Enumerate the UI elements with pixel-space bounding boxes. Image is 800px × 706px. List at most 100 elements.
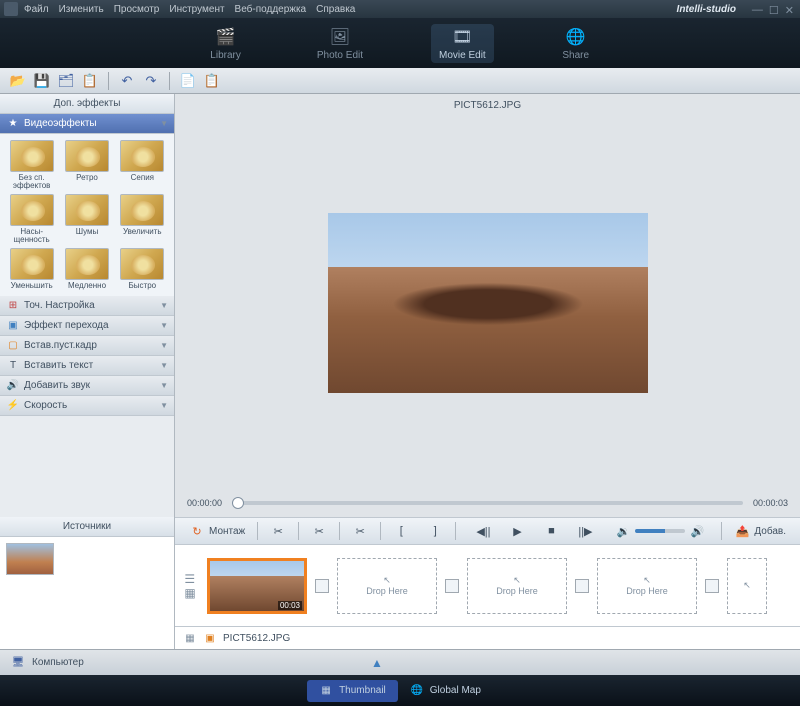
effect-item[interactable]: Быстро: [117, 248, 168, 290]
effect-item[interactable]: Насы- щенность: [6, 194, 57, 244]
drop-zone[interactable]: ↖: [727, 558, 767, 614]
menu-edit[interactable]: Изменить: [59, 4, 104, 15]
effect-thumb: [10, 194, 54, 226]
effect-thumb: [65, 248, 109, 280]
time-start: 00:00:00: [187, 498, 222, 508]
sources-header: Источники: [0, 517, 174, 537]
thumbnail-tab[interactable]: ▦Thumbnail: [307, 680, 398, 702]
section-video-effects[interactable]: ★Видеоэффекты▼: [0, 114, 174, 134]
save-button[interactable]: 💾: [32, 71, 52, 91]
menu-file[interactable]: Файл: [24, 4, 49, 15]
expand-arrow-icon[interactable]: ▲: [371, 656, 383, 670]
step-back-icon: ◀||: [475, 523, 491, 539]
drop-zone[interactable]: ↖Drop Here: [597, 558, 697, 614]
mode-photo-edit[interactable]: 🖼Photo Edit: [309, 24, 371, 63]
menu-tool[interactable]: Инструмент: [169, 4, 224, 15]
section-insert-text[interactable]: TВставить текст▼: [0, 356, 174, 376]
time-end: 00:00:03: [753, 498, 788, 508]
chevron-down-icon: ▼: [160, 341, 168, 350]
strip-tools[interactable]: ☰▦: [181, 568, 199, 604]
mode-share[interactable]: 🌐Share: [554, 24, 598, 63]
transition-slot[interactable]: [315, 579, 329, 593]
arrow-icon: ↖: [643, 575, 651, 586]
timeline-thumb[interactable]: [232, 497, 244, 509]
mark-in-button[interactable]: [: [387, 521, 415, 541]
effect-thumb: [120, 194, 164, 226]
titlebar: Файл Изменить Просмотр Инструмент Веб-по…: [0, 0, 800, 18]
clip-item[interactable]: 00:03: [207, 558, 307, 614]
transition-slot[interactable]: [705, 579, 719, 593]
app-brand: Intelli-studio: [677, 4, 736, 15]
star-icon: ★: [6, 117, 20, 131]
effect-thumb: [120, 248, 164, 280]
effect-item[interactable]: Сепия: [117, 140, 168, 190]
transition-slot[interactable]: [575, 579, 589, 593]
step-forward-button[interactable]: ||▶: [571, 521, 599, 541]
footer-bar: ▦Thumbnail 🌐Global Map: [0, 675, 800, 706]
scissors-icon: ✂: [352, 523, 368, 539]
content-area: PICT5612.JPG 00:00:00 00:00:03 ↻Монтаж ✂…: [175, 94, 800, 649]
save-all-button[interactable]: 🗂: [56, 71, 76, 91]
add-button[interactable]: 📤Добав.: [728, 521, 792, 541]
effect-item[interactable]: Уменьшить: [6, 248, 57, 290]
open-button[interactable]: 📂: [8, 71, 28, 91]
drop-zone[interactable]: ↖Drop Here: [467, 558, 567, 614]
cut-button[interactable]: ✂: [305, 521, 333, 541]
transition-slot[interactable]: [445, 579, 459, 593]
effect-thumb: [10, 140, 54, 172]
effect-item[interactable]: Медленно: [61, 248, 112, 290]
edit-bar: ↻Монтаж ✂ ✂ ✂ [ ] ◀|| ▶ ■ ||▶ 🔉 🔊 📤Добав…: [175, 517, 800, 545]
section-speed[interactable]: ⚡Скорость▼: [0, 396, 174, 416]
effect-item[interactable]: Шумы: [61, 194, 112, 244]
app-logo-icon: [4, 2, 18, 16]
section-insert-blank[interactable]: ▢Встав.пуст.кадр▼: [0, 336, 174, 356]
volume-high-icon: 🔊: [689, 523, 705, 539]
mark-out-button[interactable]: ]: [421, 521, 449, 541]
computer-icon: 🖥: [10, 655, 26, 671]
play-button[interactable]: ▶: [503, 521, 531, 541]
sliders-icon: ⊞: [6, 299, 20, 313]
chevron-down-icon: ▼: [160, 361, 168, 370]
effect-item[interactable]: Без сп. эффектов: [6, 140, 57, 190]
effect-item[interactable]: Увеличить: [117, 194, 168, 244]
paste-button[interactable]: 📋: [202, 71, 222, 91]
menu-help[interactable]: Справка: [316, 4, 355, 15]
sound-icon: 🔊: [6, 379, 20, 393]
maximize-button[interactable]: ☐: [769, 4, 779, 17]
stop-button[interactable]: ■: [537, 521, 565, 541]
computer-label[interactable]: Компьютер: [32, 657, 84, 668]
mode-library[interactable]: 🎬Library: [202, 24, 249, 63]
undo-button[interactable]: ↶: [117, 71, 137, 91]
drop-zone[interactable]: ↖Drop Here: [337, 558, 437, 614]
timeline-track[interactable]: [232, 501, 743, 505]
effect-thumb: [65, 140, 109, 172]
section-add-sound[interactable]: 🔊Добавить звук▼: [0, 376, 174, 396]
section-transition[interactable]: ▣Эффект перехода▼: [0, 316, 174, 336]
volume-slider[interactable]: [635, 529, 685, 533]
play-icon: ▶: [509, 523, 525, 539]
cut-left-button[interactable]: ✂: [264, 521, 292, 541]
source-thumbnail[interactable]: [6, 543, 54, 575]
mode-movie-edit[interactable]: 🎞Movie Edit: [431, 24, 494, 63]
close-button[interactable]: ✕: [785, 4, 794, 17]
global-map-tab[interactable]: 🌐Global Map: [398, 680, 493, 702]
cut-right-button[interactable]: ✂: [346, 521, 374, 541]
refresh-icon: ↻: [189, 523, 205, 539]
menu-view[interactable]: Просмотр: [114, 4, 160, 15]
library-icon: 🎬: [212, 26, 240, 48]
grid-icon[interactable]: ▦: [183, 631, 197, 645]
strip-label-row: ▦ ▣ PICT5612.JPG: [175, 627, 800, 649]
redo-button[interactable]: ↷: [141, 71, 161, 91]
effect-item[interactable]: Ретро: [61, 140, 112, 190]
minimize-button[interactable]: —: [752, 4, 763, 17]
insert-frame-icon: ▢: [6, 339, 20, 353]
menu-web[interactable]: Веб-поддержка: [235, 4, 307, 15]
preview-image: [328, 213, 648, 393]
copy-button[interactable]: 📄: [178, 71, 198, 91]
sidebar-header: Доп. эффекты: [0, 94, 174, 114]
montage-button[interactable]: ↻Монтаж: [183, 521, 251, 541]
step-back-button[interactable]: ◀||: [469, 521, 497, 541]
section-fine-tune[interactable]: ⊞Точ. Настройка▼: [0, 296, 174, 316]
export-button[interactable]: 📋: [80, 71, 100, 91]
chevron-down-icon: ▼: [160, 119, 168, 128]
